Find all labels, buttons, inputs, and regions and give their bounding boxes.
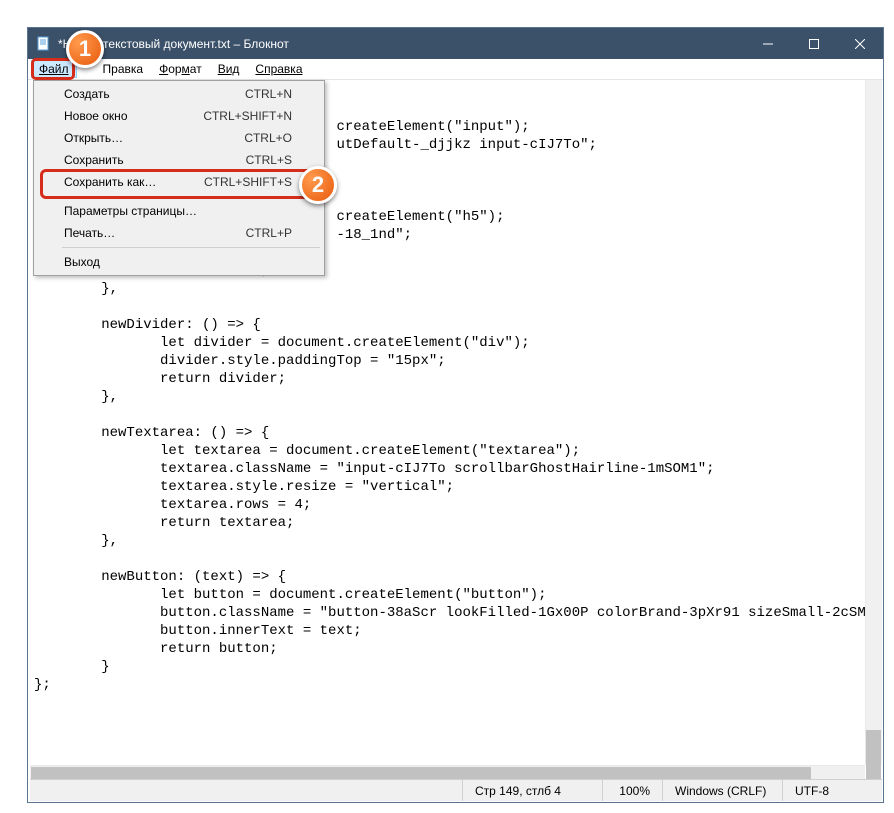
menu-file[interactable]: Файл [31, 60, 77, 78]
annotation-badge-1: 1 [66, 30, 104, 68]
menuitem-print[interactable]: Печать…CTRL+P [36, 222, 322, 244]
vertical-scrollbar[interactable] [865, 80, 882, 765]
status-line-ending: Windows (CRLF) [662, 780, 782, 801]
menu-format[interactable]: Формат [151, 60, 210, 78]
menuitem-new-window[interactable]: Новое окноCTRL+SHIFT+N [36, 105, 322, 127]
statusbar: Стр 149, стлб 4 100% Windows (CRLF) UTF-… [30, 779, 882, 801]
maximize-button[interactable] [791, 28, 837, 59]
menuitem-exit[interactable]: Выход [36, 251, 322, 273]
close-button[interactable] [837, 28, 883, 59]
vscroll-thumb[interactable] [866, 730, 881, 780]
file-menu-dropdown: СоздатьCTRL+N Новое окноCTRL+SHIFT+N Отк… [33, 80, 325, 276]
menuitem-new[interactable]: СоздатьCTRL+N [36, 83, 322, 105]
menu-help[interactable]: Справка [247, 60, 310, 78]
menubar: Файл Правка Формат Вид Справка [28, 59, 883, 80]
status-position: Стр 149, стлб 4 [462, 780, 602, 801]
titlebar: *Новый текстовый документ.txt – Блокнот [28, 28, 883, 59]
notepad-icon [36, 36, 52, 52]
menu-separator [62, 196, 320, 197]
menu-edit[interactable]: Правка [95, 60, 152, 78]
menu-separator [62, 247, 320, 248]
minimize-button[interactable] [745, 28, 791, 59]
menuitem-open[interactable]: Открыть…CTRL+O [36, 127, 322, 149]
annotation-badge-2: 2 [299, 166, 337, 204]
menuitem-save[interactable]: СохранитьCTRL+S [36, 149, 322, 171]
menu-view[interactable]: Вид [210, 60, 248, 78]
status-zoom: 100% [602, 780, 662, 801]
menuitem-page-setup[interactable]: Параметры страницы… [36, 200, 322, 222]
status-encoding: UTF-8 [782, 780, 882, 801]
window-controls [745, 28, 883, 59]
menuitem-save-as[interactable]: Сохранить как…CTRL+SHIFT+S [36, 171, 322, 193]
